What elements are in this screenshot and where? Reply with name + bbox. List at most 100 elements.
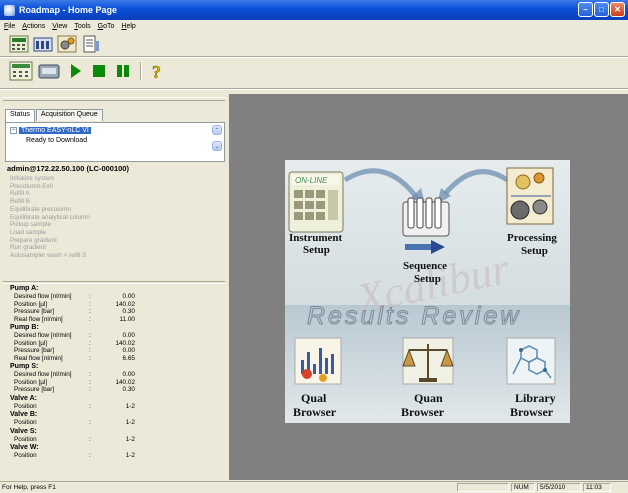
qual-browser-label[interactable]: Browser: [293, 405, 337, 419]
menu-bar: File Actions View Tools GoTo Help: [0, 20, 628, 33]
report-icon: [83, 35, 99, 53]
library-browser-label[interactable]: Browser: [510, 405, 554, 419]
procedure-step: Run gradient: [10, 244, 47, 252]
library-browser-label[interactable]: Library: [515, 391, 556, 405]
status-row: Position [µl]:140.02: [14, 378, 135, 386]
help-button[interactable]: ?: [146, 61, 168, 81]
status-row: Desired flow [nl/min]:0.00: [14, 293, 135, 300]
roadmap-graphic: Xcalibur ON-LINE Instrument Setup Sequen…: [285, 160, 570, 423]
status-row: Pressure [bar]:0.30: [14, 308, 135, 315]
group-title: Valve A:: [10, 394, 37, 402]
tab-acquisition-queue[interactable]: Acquisition Queue: [35, 109, 103, 121]
menu-file[interactable]: File: [4, 23, 15, 30]
toolbar-separator: [140, 62, 142, 80]
status-value: 140.02: [115, 300, 135, 308]
instrument-state: Ready to Download: [26, 136, 88, 144]
stop-button[interactable]: [88, 61, 110, 81]
status-value: 11.00: [119, 315, 135, 323]
instrument-setup-label[interactable]: Instrument: [289, 232, 343, 244]
group-title: Pump A:: [10, 285, 39, 292]
minimize-button[interactable]: –: [578, 2, 593, 17]
processing-setup-label[interactable]: Processing: [507, 232, 557, 244]
sequence-setup-icon[interactable]: [402, 197, 450, 254]
status-label: Position: [14, 402, 37, 410]
procedure-step: Prepare gradient: [10, 236, 57, 244]
quan-browser-label[interactable]: Browser: [401, 405, 445, 419]
start-button[interactable]: [64, 61, 86, 81]
toolbar-divider: [0, 56, 628, 58]
collapse-icon[interactable]: −: [10, 126, 17, 134]
status-value: 140.02: [115, 378, 135, 386]
instrument-item[interactable]: − Thermo EASY-nLC VI: [10, 125, 210, 135]
on-line-button[interactable]: [8, 34, 30, 54]
processing-setup-icon[interactable]: [506, 167, 554, 225]
status-value: 1-2: [125, 402, 135, 410]
status-value: 0.30: [122, 308, 135, 315]
sequence-setup-label[interactable]: Sequence: [403, 260, 447, 272]
menu-tools[interactable]: Tools: [74, 23, 90, 30]
instrument-setup-label[interactable]: Setup: [303, 244, 330, 256]
status-label: Pressure [bar]: [14, 347, 55, 354]
procedure-steps: Initialize system Precolumn-Ex0 Refill A…: [10, 175, 210, 260]
autosampler-button[interactable]: [36, 60, 62, 82]
scroll-down-icon[interactable]: ⌄: [212, 141, 222, 151]
status-label: Pressure [bar]: [14, 308, 55, 315]
menu-actions[interactable]: Actions: [22, 23, 45, 30]
tab-status[interactable]: Status: [5, 109, 35, 122]
qual-browser-icon[interactable]: [294, 337, 342, 385]
status-label: Pressure [bar]: [14, 386, 55, 393]
quan-browser-icon[interactable]: [402, 337, 454, 385]
panel-tabs: Status Acquisition Queue: [5, 109, 104, 122]
status-help-text: For Help, press F1: [2, 484, 56, 491]
maximize-button[interactable]: □: [594, 2, 609, 17]
status-row: Position:1-2: [14, 435, 135, 443]
procedure-step: Autosampler wash > refill S: [10, 252, 87, 260]
close-button[interactable]: ✕: [610, 2, 625, 17]
processing-setup-label[interactable]: Setup: [521, 245, 548, 257]
group-title: Pump B:: [10, 324, 39, 331]
instrument-status-button[interactable]: [32, 34, 54, 54]
panel-grip[interactable]: [3, 97, 225, 101]
workspace: Xcalibur ON-LINE Instrument Setup Sequen…: [229, 94, 628, 480]
svg-text:?: ?: [152, 62, 161, 81]
toolbar-divider: [0, 88, 628, 90]
toolbar-bottom: ?: [8, 60, 170, 82]
procedure-step: Equilibrate precolumn: [10, 205, 71, 213]
status-value: 0.00: [122, 293, 135, 300]
status-panel: Status Acquisition Queue − Thermo EASY-n…: [3, 92, 225, 480]
online-label: ON-LINE: [295, 176, 328, 185]
report-button[interactable]: [80, 34, 102, 54]
status-row: Real flow [nl/min]:11.00: [14, 315, 135, 323]
status-label: Position [µl]: [14, 378, 48, 386]
library-browser-icon[interactable]: [506, 337, 556, 385]
qual-browser-label[interactable]: Qual: [301, 391, 327, 405]
menu-goto[interactable]: GoTo: [98, 23, 115, 30]
quan-browser-label[interactable]: Quan: [414, 391, 443, 405]
pause-button[interactable]: [112, 61, 134, 81]
status-label: Position: [14, 452, 37, 459]
results-review-label: Results Review: [307, 302, 521, 330]
title-bar: Roadmap - Home Page – □ ✕: [0, 0, 628, 20]
status-row: Position [µl]:140.02: [14, 300, 135, 308]
status-num: NUM: [511, 483, 535, 492]
status-row: Desired flow [nl/min]:0.00: [14, 371, 135, 378]
scroll-up-icon[interactable]: ⌃: [212, 125, 222, 135]
processing-button[interactable]: [56, 34, 78, 54]
procedure-step: Pickup sample: [10, 221, 51, 229]
status-label: Real flow [nl/min]: [14, 354, 63, 362]
on-line-icon: [9, 61, 33, 81]
menu-view[interactable]: View: [52, 23, 67, 30]
connection-label: admin@172.22.50.100 (LC-000100): [7, 164, 129, 173]
status-label: Real flow [nl/min]: [14, 315, 63, 323]
status-row: Pressure [bar]:0.30: [14, 386, 135, 393]
roadmap-splash: Xcalibur ON-LINE Instrument Setup Sequen…: [285, 160, 570, 423]
group-title: Valve S:: [10, 427, 37, 435]
instrument-scrollbar[interactable]: ⌃ ⌄: [212, 125, 222, 153]
instrument-status-icon: [33, 37, 53, 52]
status-row: Position:1-2: [14, 452, 135, 459]
status-value: 0.30: [122, 386, 135, 393]
on-line-run-button[interactable]: [8, 60, 34, 82]
procedure-step: Load sample: [10, 228, 47, 236]
sequence-setup-label[interactable]: Setup: [414, 273, 441, 285]
menu-help[interactable]: Help: [121, 23, 135, 30]
